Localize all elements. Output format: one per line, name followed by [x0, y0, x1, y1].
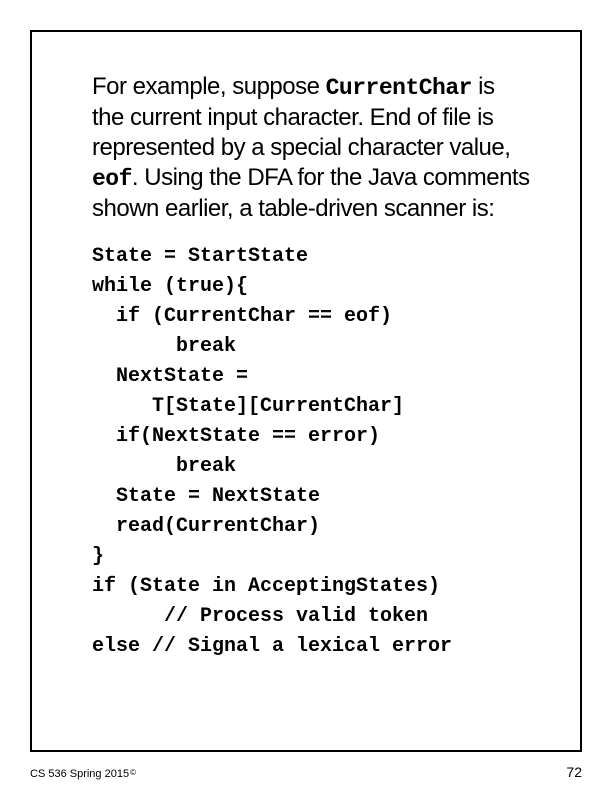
intro-code-1: CurrentChar [326, 75, 472, 101]
slide-footer: CS 536 Spring 2015 © 72 [30, 764, 582, 780]
copyright-symbol: © [130, 768, 136, 777]
code-line: T[State][CurrentChar] [92, 392, 530, 422]
code-line: NextState = [92, 362, 530, 392]
code-line: break [92, 452, 530, 482]
footer-left: CS 536 Spring 2015 © [30, 768, 136, 780]
content-frame: For example, suppose CurrentChar is the … [30, 30, 582, 752]
code-line: } [92, 542, 530, 572]
intro-code-2: eof [92, 166, 132, 192]
intro-text-3: . Using the DFA for the Java comments sh… [92, 164, 530, 222]
code-line: else // Signal a lexical error [92, 632, 530, 662]
code-line: if (State in AcceptingStates) [92, 572, 530, 602]
course-label: CS 536 Spring 2015 [30, 768, 129, 780]
code-block: State = StartStatewhile (true){ if (Curr… [92, 242, 530, 662]
code-line: State = StartState [92, 242, 530, 272]
code-line: read(CurrentChar) [92, 512, 530, 542]
code-line: if (CurrentChar == eof) [92, 302, 530, 332]
code-line: State = NextState [92, 482, 530, 512]
page-number: 72 [566, 764, 582, 780]
code-line: break [92, 332, 530, 362]
intro-text-1: For example, suppose [92, 73, 326, 100]
intro-paragraph: For example, suppose CurrentChar is the … [92, 72, 530, 224]
code-line: if(NextState == error) [92, 422, 530, 452]
slide-page: For example, suppose CurrentChar is the … [0, 0, 612, 792]
code-line: // Process valid token [92, 602, 530, 632]
code-line: while (true){ [92, 272, 530, 302]
